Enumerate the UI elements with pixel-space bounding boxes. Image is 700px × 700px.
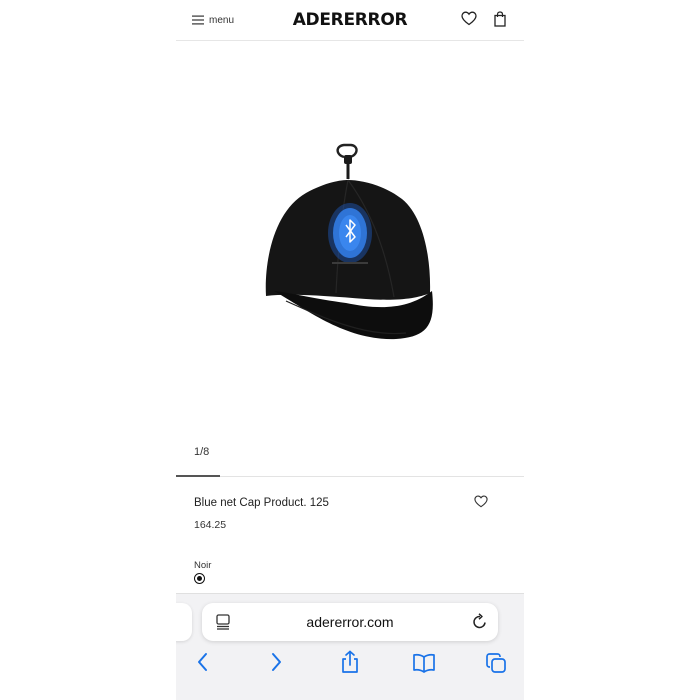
site-header: menu ADERERROR (176, 0, 524, 41)
product-price: 164.25 (194, 519, 227, 531)
url-text: adererror.com (306, 614, 394, 630)
phone-screen: menu ADERERROR 1/8 Blue net Cap Product.… (176, 0, 524, 700)
previous-tab-peek[interactable] (176, 603, 192, 641)
product-name: Blue net Cap Product. 125 (194, 497, 329, 509)
bookmarks-icon[interactable] (412, 653, 436, 673)
browser-toolbar: adererror.com (176, 593, 524, 700)
reload-icon[interactable] (472, 613, 488, 630)
heart-icon[interactable] (461, 11, 477, 26)
color-swatch-noir[interactable] (194, 573, 205, 584)
cap-image (265, 143, 433, 340)
tabs-icon[interactable] (485, 652, 507, 674)
pager-indicator (176, 475, 220, 477)
color-label: Noir (194, 560, 212, 571)
pager-track (176, 476, 524, 477)
forward-icon[interactable] (271, 652, 283, 672)
address-bar[interactable]: adererror.com (202, 603, 498, 641)
heart-icon[interactable] (474, 495, 488, 508)
bag-icon[interactable] (494, 11, 506, 27)
back-icon[interactable] (196, 652, 208, 672)
product-gallery[interactable] (176, 41, 524, 436)
share-icon[interactable] (340, 650, 360, 674)
image-counter: 1/8 (194, 446, 210, 458)
